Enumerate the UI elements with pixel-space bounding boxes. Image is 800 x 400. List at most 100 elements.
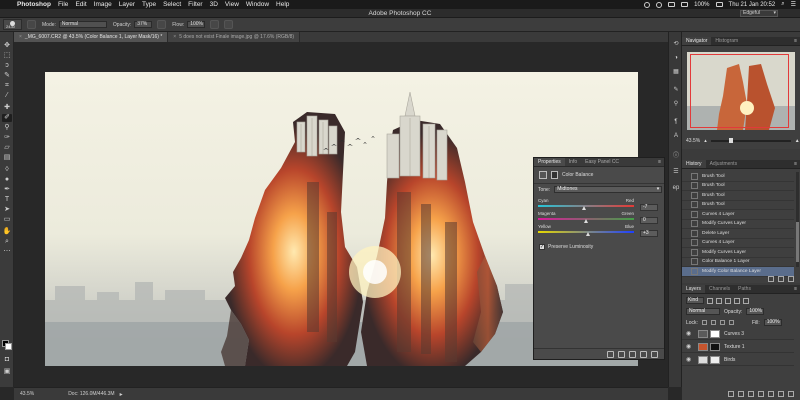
navigator-thumbnail[interactable] — [687, 52, 795, 130]
close-tab-icon[interactable]: × — [173, 34, 176, 40]
clip-to-layer-icon[interactable] — [607, 350, 614, 358]
spotlight-icon[interactable]: ⌕ — [781, 1, 784, 8]
layer-name[interactable]: Curves 3 — [724, 331, 744, 337]
easy-panel-dock-icon[interactable]: ep — [671, 184, 681, 193]
visibility-eye-icon[interactable]: ◉ — [686, 343, 694, 350]
tab-histogram[interactable]: Histogram — [711, 37, 742, 45]
screen-mode-icon[interactable]: ▣ — [2, 368, 12, 376]
menu-type[interactable]: Type — [142, 1, 156, 8]
view-previous-icon[interactable] — [618, 350, 625, 358]
history-scrollbar[interactable] — [796, 172, 799, 267]
magenta-green-slider[interactable]: Magenta Green 0 — [538, 211, 658, 224]
layer-name[interactable]: Birds — [724, 357, 735, 363]
zoom-level[interactable]: 43.5% — [20, 391, 34, 397]
dodge-tool-icon[interactable]: ● — [2, 176, 12, 184]
menu-view[interactable]: View — [225, 1, 239, 8]
tab-channels[interactable]: Channels — [705, 285, 734, 293]
lock-all-icon[interactable] — [728, 320, 734, 325]
delete-icon[interactable] — [651, 350, 658, 358]
brush-panel-toggle-icon[interactable] — [27, 20, 36, 29]
zoom-slider-knob[interactable] — [728, 138, 733, 143]
more-tools-icon[interactable]: ⋯ — [2, 248, 12, 256]
history-state-row[interactable]: Color Balance 1 Layer — [682, 258, 794, 267]
slider-track[interactable] — [538, 231, 634, 236]
volume-icon[interactable] — [681, 2, 689, 7]
pen-tool-icon[interactable]: ✒ — [2, 186, 12, 194]
zoom-out-icon[interactable]: ▴ — [704, 138, 707, 144]
shape-filter-icon[interactable] — [734, 297, 740, 304]
panel-menu-icon[interactable]: ≡ — [794, 38, 797, 44]
healing-brush-tool-icon[interactable]: ✚ — [2, 104, 12, 112]
menu-3d[interactable]: 3D — [210, 1, 218, 8]
menu-select[interactable]: Select — [163, 1, 181, 8]
tab-easy-panel[interactable]: Easy Panel CC — [581, 158, 623, 166]
new-adjustment-icon[interactable] — [758, 390, 764, 397]
rectangle-tool-icon[interactable]: ▭ — [2, 216, 12, 224]
crop-tool-icon[interactable]: ⌗ — [2, 82, 12, 90]
history-scroll-knob[interactable] — [796, 222, 799, 262]
eraser-tool-icon[interactable]: ▱ — [2, 144, 12, 152]
history-dock-icon[interactable]: ⟲ — [671, 40, 681, 49]
history-state-row[interactable]: Modify Curves Layer — [682, 220, 794, 229]
pixel-filter-icon[interactable] — [707, 297, 713, 304]
history-state-row[interactable]: Curves 4 Layer — [682, 239, 794, 248]
paragraph-dock-icon[interactable]: ¶ — [671, 118, 681, 127]
preserve-luminosity-checkbox[interactable]: ✓ — [539, 244, 545, 250]
new-snapshot-icon[interactable] — [778, 275, 784, 282]
preserve-luminosity[interactable]: ✓ Preserve Luminosity — [539, 244, 593, 250]
add-mask-icon[interactable] — [748, 390, 754, 397]
panel-menu-icon[interactable]: ≡ — [794, 161, 797, 167]
layer-name[interactable]: Texture 1 — [724, 344, 745, 350]
slider-value-field[interactable]: +3 — [640, 230, 658, 237]
clock[interactable]: Thu 21 Jan 20:52 — [729, 2, 776, 8]
workspace-select[interactable]: Edgeful — [740, 10, 778, 17]
layer-kind-select[interactable]: Kind — [686, 297, 704, 304]
tab-paths[interactable]: Paths — [734, 285, 755, 293]
history-state-row[interactable]: Curves 4 Layer — [682, 210, 794, 220]
lasso-tool-icon[interactable]: ↄ — [2, 62, 12, 70]
yellow-blue-slider[interactable]: Yellow Blue +3 — [538, 224, 658, 237]
gradient-tool-icon[interactable]: ▤ — [2, 154, 12, 162]
fill-field[interactable]: 100% — [763, 319, 782, 326]
zoom-in-icon[interactable]: ▲ — [795, 138, 800, 144]
layer-row[interactable]: ◉ Texture 1 — [682, 341, 794, 353]
history-state-row[interactable]: Brush Tool — [682, 182, 794, 191]
adjustment-filter-icon[interactable] — [716, 297, 722, 304]
lock-position-icon[interactable] — [719, 320, 725, 325]
type-filter-icon[interactable] — [725, 297, 731, 304]
quick-mask-icon[interactable]: ◘ — [2, 356, 12, 364]
character-dock-icon[interactable]: A — [671, 132, 681, 141]
notification-icon[interactable]: ☰ — [791, 1, 796, 8]
layer-row[interactable]: ◉ Curves 3 — [682, 328, 794, 340]
info-dock-icon[interactable]: ⓘ — [671, 152, 681, 161]
delete-state-icon[interactable] — [788, 275, 794, 282]
lock-transparent-icon[interactable] — [701, 320, 707, 325]
new-layer-icon[interactable] — [778, 390, 784, 397]
brush-preset-picker[interactable]: 2430 — [3, 19, 22, 30]
clone-stamp-tool-icon[interactable]: ⚲ — [2, 124, 12, 132]
menu-help[interactable]: Help — [276, 1, 289, 8]
doc-tab-active[interactable]: × _MG_6007.CR2 @ 43.5% (Color Balance 1, … — [14, 32, 169, 42]
clone-source-dock-icon[interactable]: ⚲ — [671, 100, 681, 109]
tone-select[interactable]: Midtones — [554, 186, 663, 193]
visibility-eye-icon[interactable]: ◉ — [686, 356, 694, 363]
layer-row[interactable]: ◉ Birds — [682, 354, 794, 366]
status-menu-arrow-icon[interactable]: ▸ — [120, 391, 123, 398]
cyan-red-slider[interactable]: Cyan Red -7 — [538, 198, 658, 211]
slider-value-field[interactable]: 0 — [640, 217, 658, 224]
slider-track[interactable] — [538, 205, 634, 210]
visibility-icon[interactable] — [640, 350, 647, 358]
hand-tool-icon[interactable]: ✋ — [2, 228, 12, 236]
path-selection-tool-icon[interactable]: ➤ — [2, 206, 12, 214]
new-group-icon[interactable] — [768, 390, 774, 397]
swatches-dock-icon[interactable]: ▦ — [671, 68, 681, 77]
navigator-zoom-value[interactable]: 43.5% — [686, 138, 700, 144]
color-dock-icon[interactable]: ◑ — [671, 54, 681, 63]
menu-file[interactable]: File — [58, 1, 68, 8]
zoom-tool-icon[interactable]: ⌕ — [2, 238, 12, 246]
layer-opacity-field[interactable]: 100% — [746, 308, 765, 315]
navigator-view-box[interactable] — [690, 54, 789, 128]
slider-track[interactable] — [538, 218, 634, 223]
blur-tool-icon[interactable]: ◊ — [2, 166, 12, 174]
layer-style-icon[interactable] — [738, 390, 744, 397]
